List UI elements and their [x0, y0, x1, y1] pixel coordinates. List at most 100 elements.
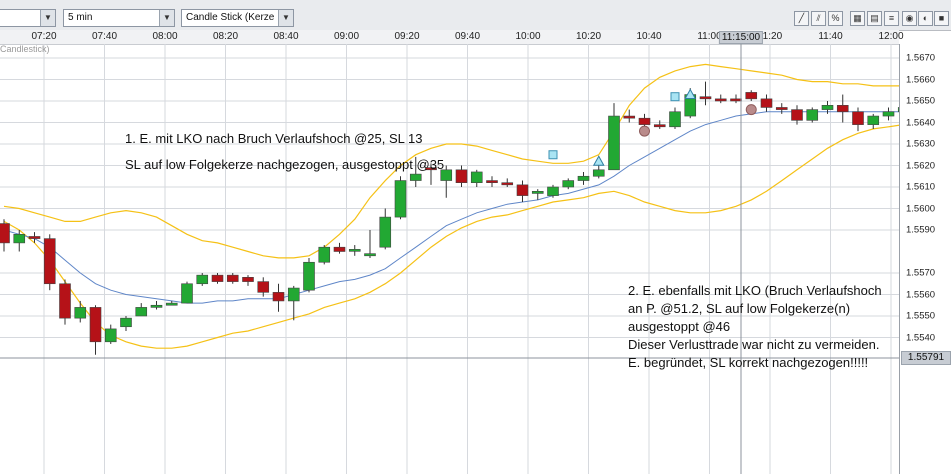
charttype-select[interactable]: Candle Stick (Kerze ▼ [181, 9, 294, 27]
candle-up [669, 111, 681, 128]
candle-down [486, 180, 498, 184]
time-axis-label: 07:20 [31, 31, 57, 42]
annotation-line: ausgestoppt @46 [628, 319, 731, 334]
price-cursor-label: 1.55791 [901, 351, 951, 365]
draw-line-icon[interactable]: ╱ [794, 11, 809, 26]
settings-icon[interactable]: ■ [934, 11, 949, 26]
candle-up [165, 302, 178, 306]
interval-value: 5 min [68, 12, 93, 23]
candle-down [0, 223, 10, 244]
annotation-line: E. begründet, SL korrekt nachgezogen!!!!… [628, 355, 869, 370]
candle-down [43, 238, 56, 285]
zoom-out-icon[interactable]: ◐ [918, 11, 933, 26]
candle-down [333, 246, 346, 252]
time-axis-label: 08:20 [212, 31, 239, 42]
candle-up [592, 169, 605, 177]
candle-up [181, 283, 193, 304]
candle-up [13, 234, 26, 244]
candle-down [272, 292, 285, 302]
interval-select[interactable]: 5 min ▼ [63, 9, 175, 27]
percent-icon[interactable]: % [828, 11, 843, 26]
annotation-line: 1. E. mit LKO nach Bruch Verlaufshoch @2… [125, 131, 423, 146]
candle-up [867, 115, 880, 125]
price-axis-label: 1.5630 [906, 138, 936, 150]
candle-down [775, 107, 788, 110]
candle-up [547, 186, 559, 196]
time-axis-label: 12:00 [878, 31, 904, 42]
exit-marker-circle [745, 104, 757, 116]
candle-down [211, 274, 224, 282]
candle-up [821, 104, 834, 110]
time-axis-label: 09:20 [394, 31, 420, 42]
candle-up [318, 246, 331, 263]
candle-down [760, 98, 773, 108]
candle-up [379, 216, 392, 248]
grid-icon[interactable]: ▦ [850, 11, 865, 26]
exit-marker-circle [639, 125, 650, 137]
candle-down [226, 274, 239, 282]
time-axis-label: 08:00 [152, 31, 178, 42]
price-axis-label: 1.5650 [906, 95, 936, 107]
candle-up [348, 249, 361, 252]
candle-down [714, 98, 727, 102]
chart-name: Candlestick) [0, 44, 50, 54]
time-axis-label: 11:40 [818, 31, 843, 42]
price-axis-label: 1.5610 [906, 181, 936, 193]
time-axis-label: 07:40 [91, 31, 118, 42]
entry-marker-square [548, 150, 558, 160]
entry-marker-triangle [592, 155, 605, 166]
entry-marker-square [670, 92, 680, 102]
price-axis-label: 1.5570 [906, 267, 936, 279]
time-axis-label: 09:40 [454, 31, 481, 42]
table-icon[interactable]: ▤ [867, 11, 882, 26]
candle-up [135, 307, 148, 317]
list-icon[interactable]: ≡ [884, 11, 899, 26]
time-axis-label: 08:40 [273, 31, 299, 42]
price-axis-label: 1.5540 [906, 332, 936, 343]
candle-down [28, 236, 41, 239]
time-axis-label: 10:00 [515, 31, 541, 42]
annotation-line: SL auf low Folgekerze nachgezogen, ausge… [125, 157, 445, 172]
candle-down [699, 96, 712, 100]
candle-down [852, 111, 864, 125]
price-axis-label: 1.5640 [906, 117, 936, 128]
candle-up [150, 304, 163, 308]
candle-up [577, 175, 590, 181]
price-axis-label: 1.5660 [906, 74, 936, 85]
candle-up [196, 274, 209, 285]
candle-up [104, 328, 117, 343]
candle-down [623, 115, 636, 119]
candle-up [394, 180, 407, 218]
candle-up [287, 287, 300, 302]
chevron-down-icon[interactable]: ▼ [40, 10, 55, 26]
candle-down [638, 117, 651, 125]
price-chart[interactable] [0, 44, 899, 474]
candle-down [730, 98, 742, 102]
time-axis: 07:20 07:40 08:00 08:20 08:40 09:00 09:20 09:40… [0, 30, 904, 45]
price-axis-label: 1.5600 [906, 203, 936, 214]
candle-up [562, 180, 575, 188]
candle-up [806, 109, 819, 121]
candle-up [120, 317, 132, 328]
candle-down [242, 277, 254, 282]
candle-down [745, 92, 758, 100]
candle-down [516, 184, 529, 196]
entry-marker-triangle [684, 88, 697, 100]
candle-down [89, 307, 102, 343]
price-axis-label: 1.5670 [906, 52, 936, 64]
time-cursor-label: 11:15:00 [718, 31, 764, 44]
candle-down [653, 124, 666, 128]
candle-down [836, 104, 849, 113]
zoom-in-icon[interactable]: ◉ [902, 11, 917, 26]
price-axis-label: 1.5560 [906, 289, 936, 300]
instrument-select[interactable]: ▼ [0, 9, 56, 27]
candle-up [470, 171, 483, 183]
price-axis-label: 1.5590 [906, 224, 936, 236]
draw-parallel-icon[interactable]: ⫽ [811, 11, 826, 26]
chevron-down-icon[interactable]: ▼ [159, 10, 174, 26]
candle-down [791, 109, 803, 121]
candle-up [409, 173, 422, 181]
annotation-line: Dieser Verlusttrade war nicht zu vermeid… [628, 337, 880, 352]
chevron-down-icon[interactable]: ▼ [278, 10, 293, 26]
candle-up [303, 261, 315, 291]
